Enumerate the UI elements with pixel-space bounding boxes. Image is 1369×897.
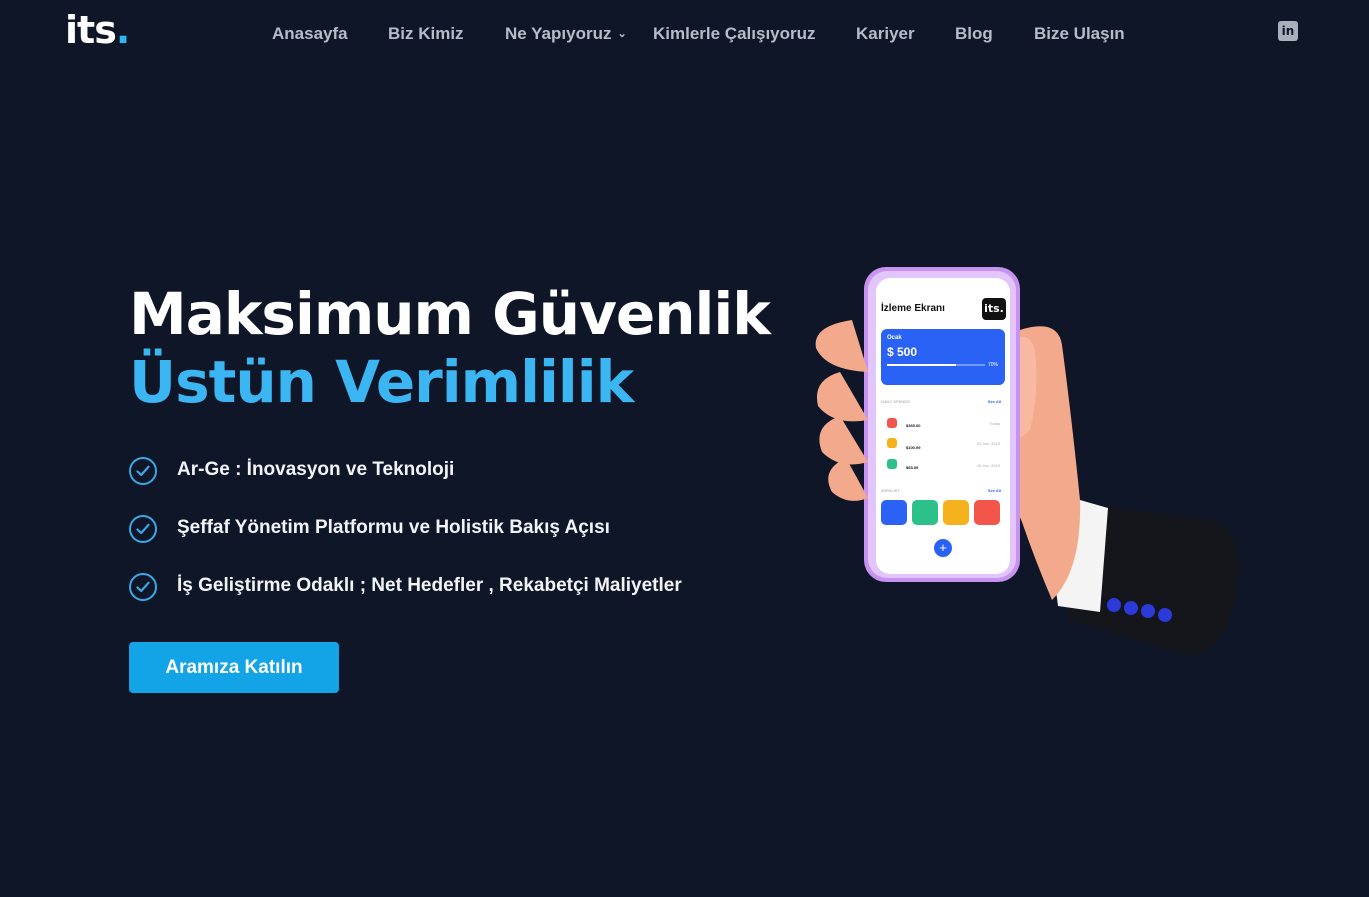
nav-ne-yapiyoruz[interactable]: Ne Yapıyoruz ⌄ [505, 24, 627, 44]
screen-title: İzleme Ekranı [881, 303, 945, 314]
linkedin-icon[interactable]: in [1278, 21, 1298, 41]
section-label: DAILY SPENDS [881, 399, 910, 404]
transaction-icon [887, 438, 897, 448]
nav-blog[interactable]: Blog [955, 24, 993, 44]
app-logo-badge: its. [982, 298, 1006, 320]
balance-percent: 70% [987, 362, 998, 368]
transaction-amount: $65.00 [906, 465, 919, 470]
transaction-date: Today [989, 421, 1000, 426]
fingers [815, 320, 868, 501]
cufflink [1158, 608, 1172, 622]
balance-amount: $ 500 [887, 345, 918, 359]
nav-bize-ulasin[interactable]: Bize Ulaşın [1034, 24, 1125, 44]
check-circle-icon [129, 457, 157, 485]
hand-phone-illustration [815, 267, 1240, 656]
transaction-icon [887, 459, 897, 469]
wishlist-tile [912, 500, 938, 525]
hero-title-line2: Üstün Verimlilik [129, 348, 634, 416]
nav-biz-kimiz[interactable]: Biz Kimiz [388, 24, 464, 44]
balance-month: Ocak [887, 335, 902, 341]
cufflink [1141, 604, 1155, 618]
transaction-icon [887, 418, 897, 428]
check-circle-icon [129, 573, 157, 601]
balance-card: Ocak $ 500 70% [881, 329, 1005, 385]
hero-title-line1: Maksimum Güvenlik [129, 280, 771, 348]
nav-kariyer[interactable]: Kariyer [856, 24, 915, 44]
feature-text: İş Geliştirme Odaklı ; Net Hedefler , Re… [177, 575, 682, 596]
balance-progress [887, 364, 985, 366]
add-button: + [934, 539, 952, 557]
join-us-button[interactable]: Aramıza Katılın [129, 642, 339, 693]
hero-title: Maksimum Güvenlik Üstün Verimlilik [129, 280, 771, 416]
feature-item: Ar-Ge : İnovasyon ve Teknoloji [129, 456, 682, 514]
feature-item: İş Geliştirme Odaklı ; Net Hedefler , Re… [129, 572, 682, 630]
balance-progress-fill [887, 364, 956, 366]
cufflink [1107, 598, 1121, 612]
nav-kimlerle-calisiyoruz[interactable]: Kimlerle Çalışıyoruz [653, 24, 816, 44]
feature-list: Ar-Ge : İnovasyon ve Teknoloji Şeffaf Yö… [129, 456, 682, 630]
feature-text: Şeffaf Yönetim Platformu ve Holistik Bak… [177, 517, 610, 538]
cufflink [1124, 601, 1138, 615]
feature-text: Ar-Ge : İnovasyon ve Teknoloji [177, 459, 455, 480]
chevron-down-icon: ⌄ [617, 28, 627, 40]
transaction-date: 20 Jan, 2019 [976, 441, 1000, 446]
transaction-date: 15 Jan, 2019 [976, 463, 1000, 468]
feature-item: Şeffaf Yönetim Platformu ve Holistik Bak… [129, 514, 682, 572]
nav-ne-yapiyoruz-label: Ne Yapıyoruz [505, 24, 612, 43]
wishlist-tile [881, 500, 907, 525]
brand-logo[interactable]: its. [65, 8, 130, 52]
check-circle-icon [129, 515, 157, 543]
transaction-amount: $365.00 [906, 423, 921, 428]
phone-screen: İzleme Ekranı its. Ocak $ 500 70% DAILY … [876, 278, 1010, 574]
nav-anasayfa[interactable]: Anasayfa [272, 24, 348, 44]
section-label: WISHLIST [881, 488, 900, 493]
transaction-amount: $100.99 [906, 445, 921, 450]
wishlist-tile [974, 500, 1000, 525]
wishlist-tile [943, 500, 969, 525]
see-all-link: See All [987, 399, 1001, 404]
see-all-link: See All [987, 488, 1001, 493]
